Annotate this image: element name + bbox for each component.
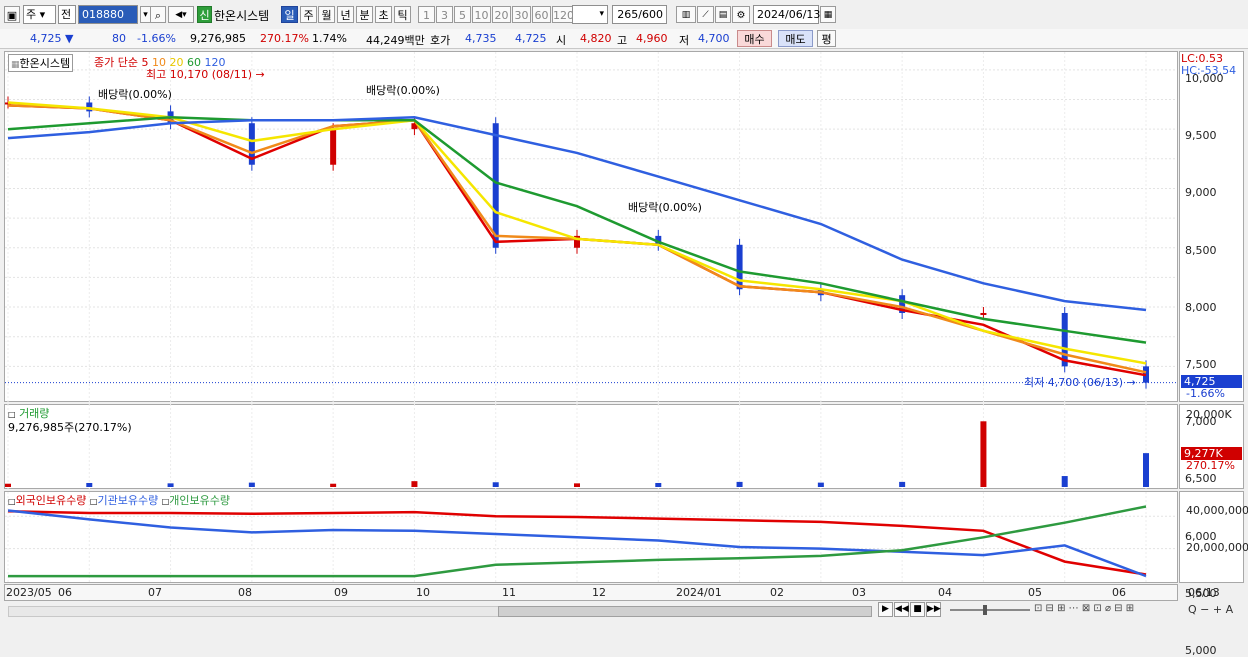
- price-legend-name-text: 한온시스템: [19, 57, 71, 70]
- x-label-6: 11: [502, 586, 516, 599]
- volume-bar-13: [1061, 476, 1068, 487]
- x-label-10: 03: [852, 586, 866, 599]
- low-marker: 최저 4,700 (06/13) →: [1024, 376, 1136, 389]
- price-tick-7: 6,500: [1185, 472, 1217, 486]
- price-legend-name[interactable]: ▦한온시스템: [8, 54, 74, 72]
- x-label-8: 2024/01: [676, 586, 722, 599]
- scroll-right-icon[interactable]: ▶: [878, 602, 893, 617]
- drawing-tools-icons[interactable]: ⊡ ⊟ ⊞ ⋯ ⊠ ⊡ ⌀ ⊟ ⊞: [1034, 603, 1134, 614]
- volume-bar-0: [5, 483, 11, 487]
- candle-body-9: [736, 244, 743, 290]
- individual-legend: 개인보유수량: [169, 494, 230, 507]
- candle-body-12: [980, 312, 987, 315]
- high-marker: 최고 10,170 (08/11) →: [146, 68, 265, 81]
- volume-bar-14: [1143, 453, 1149, 487]
- current-change-tag: -1.66%: [1186, 387, 1225, 400]
- zoom-controls-icons[interactable]: Q − + A: [1188, 603, 1233, 616]
- price-tick-2: 9,000: [1185, 186, 1217, 200]
- x-label-4: 09: [334, 586, 348, 599]
- rewind-icon[interactable]: ◀◀: [894, 602, 909, 617]
- x-label-11: 04: [938, 586, 952, 599]
- stop-icon[interactable]: ■: [910, 602, 925, 617]
- x-label-2: 07: [148, 586, 162, 599]
- volume-bar-1: [86, 482, 93, 487]
- x-label-12: 05: [1028, 586, 1042, 599]
- price-tick-1: 9,500: [1185, 129, 1217, 143]
- price-tick-4: 8,000: [1185, 300, 1217, 314]
- zoom-slider-handle[interactable]: [983, 605, 987, 615]
- legend-box-icon: □: [8, 410, 16, 419]
- volume-bar-12: [980, 421, 987, 487]
- volume-bar-2: [167, 483, 174, 487]
- dividend-marker-3: 배당락(0.00%): [628, 201, 702, 214]
- volume-bar-3: [248, 482, 255, 487]
- x-label-7: 12: [592, 586, 606, 599]
- candle-body-1: [86, 102, 93, 112]
- volume-bar-10: [817, 482, 824, 487]
- price-tick-5: 7,500: [1185, 358, 1217, 371]
- volume-legend-value: 9,276,985주(270.17%): [8, 421, 132, 434]
- table-icon: ▦: [11, 60, 20, 70]
- price-tick-3: 8,500: [1185, 243, 1217, 257]
- x-label-3: 08: [238, 586, 252, 599]
- zoom-slider-track: [950, 609, 1030, 611]
- x-label-5: 10: [416, 586, 430, 599]
- institution-legend: 기관보유수량: [97, 494, 159, 507]
- volume-bar-8: [655, 482, 662, 487]
- volume-bar-6: [492, 482, 499, 487]
- chart-canvas: [5, 52, 1177, 582]
- zoom-slider[interactable]: [950, 605, 1030, 615]
- volume-bar-4: [330, 483, 337, 487]
- volume-bar-7: [574, 483, 580, 487]
- volume-bar-5: [411, 481, 418, 487]
- dividend-marker-2: 배당락(0.00%): [366, 84, 440, 97]
- scroll-thumb[interactable]: [498, 606, 872, 617]
- fast-forward-icon[interactable]: ▶▶: [926, 602, 941, 617]
- volume-pct-tag: 270.17%: [1186, 459, 1235, 472]
- volume-top-tick: 20,000K: [1186, 408, 1232, 421]
- price-tick-10: 5,000: [1185, 644, 1217, 657]
- holding-legend: □외국인보유수량 □기관보유수량 □개인보유수량: [8, 492, 230, 508]
- volume-bar-9: [736, 481, 743, 487]
- ma-legend-label: 종가 단순: [94, 56, 138, 69]
- volume-bar-11: [899, 481, 906, 487]
- candle-body-4: [330, 129, 337, 165]
- holding-tick-20m: 20,000,000: [1186, 541, 1248, 554]
- holding-tick-40m: 40,000,000: [1186, 504, 1248, 517]
- foreign-legend: 외국인보유수량: [15, 494, 87, 507]
- candle-body-6: [492, 123, 499, 248]
- legend-box-icon: □: [8, 497, 16, 506]
- x-label-9: 02: [770, 586, 784, 599]
- x-label-14: 06/13: [1188, 586, 1220, 599]
- x-label-0: 2023/05: [6, 586, 52, 599]
- x-label-1: 06: [58, 586, 72, 599]
- price-tick-0: 10,000: [1185, 72, 1224, 85]
- dividend-marker-1: 배당락(0.00%): [98, 88, 172, 101]
- x-label-13: 06: [1112, 586, 1126, 599]
